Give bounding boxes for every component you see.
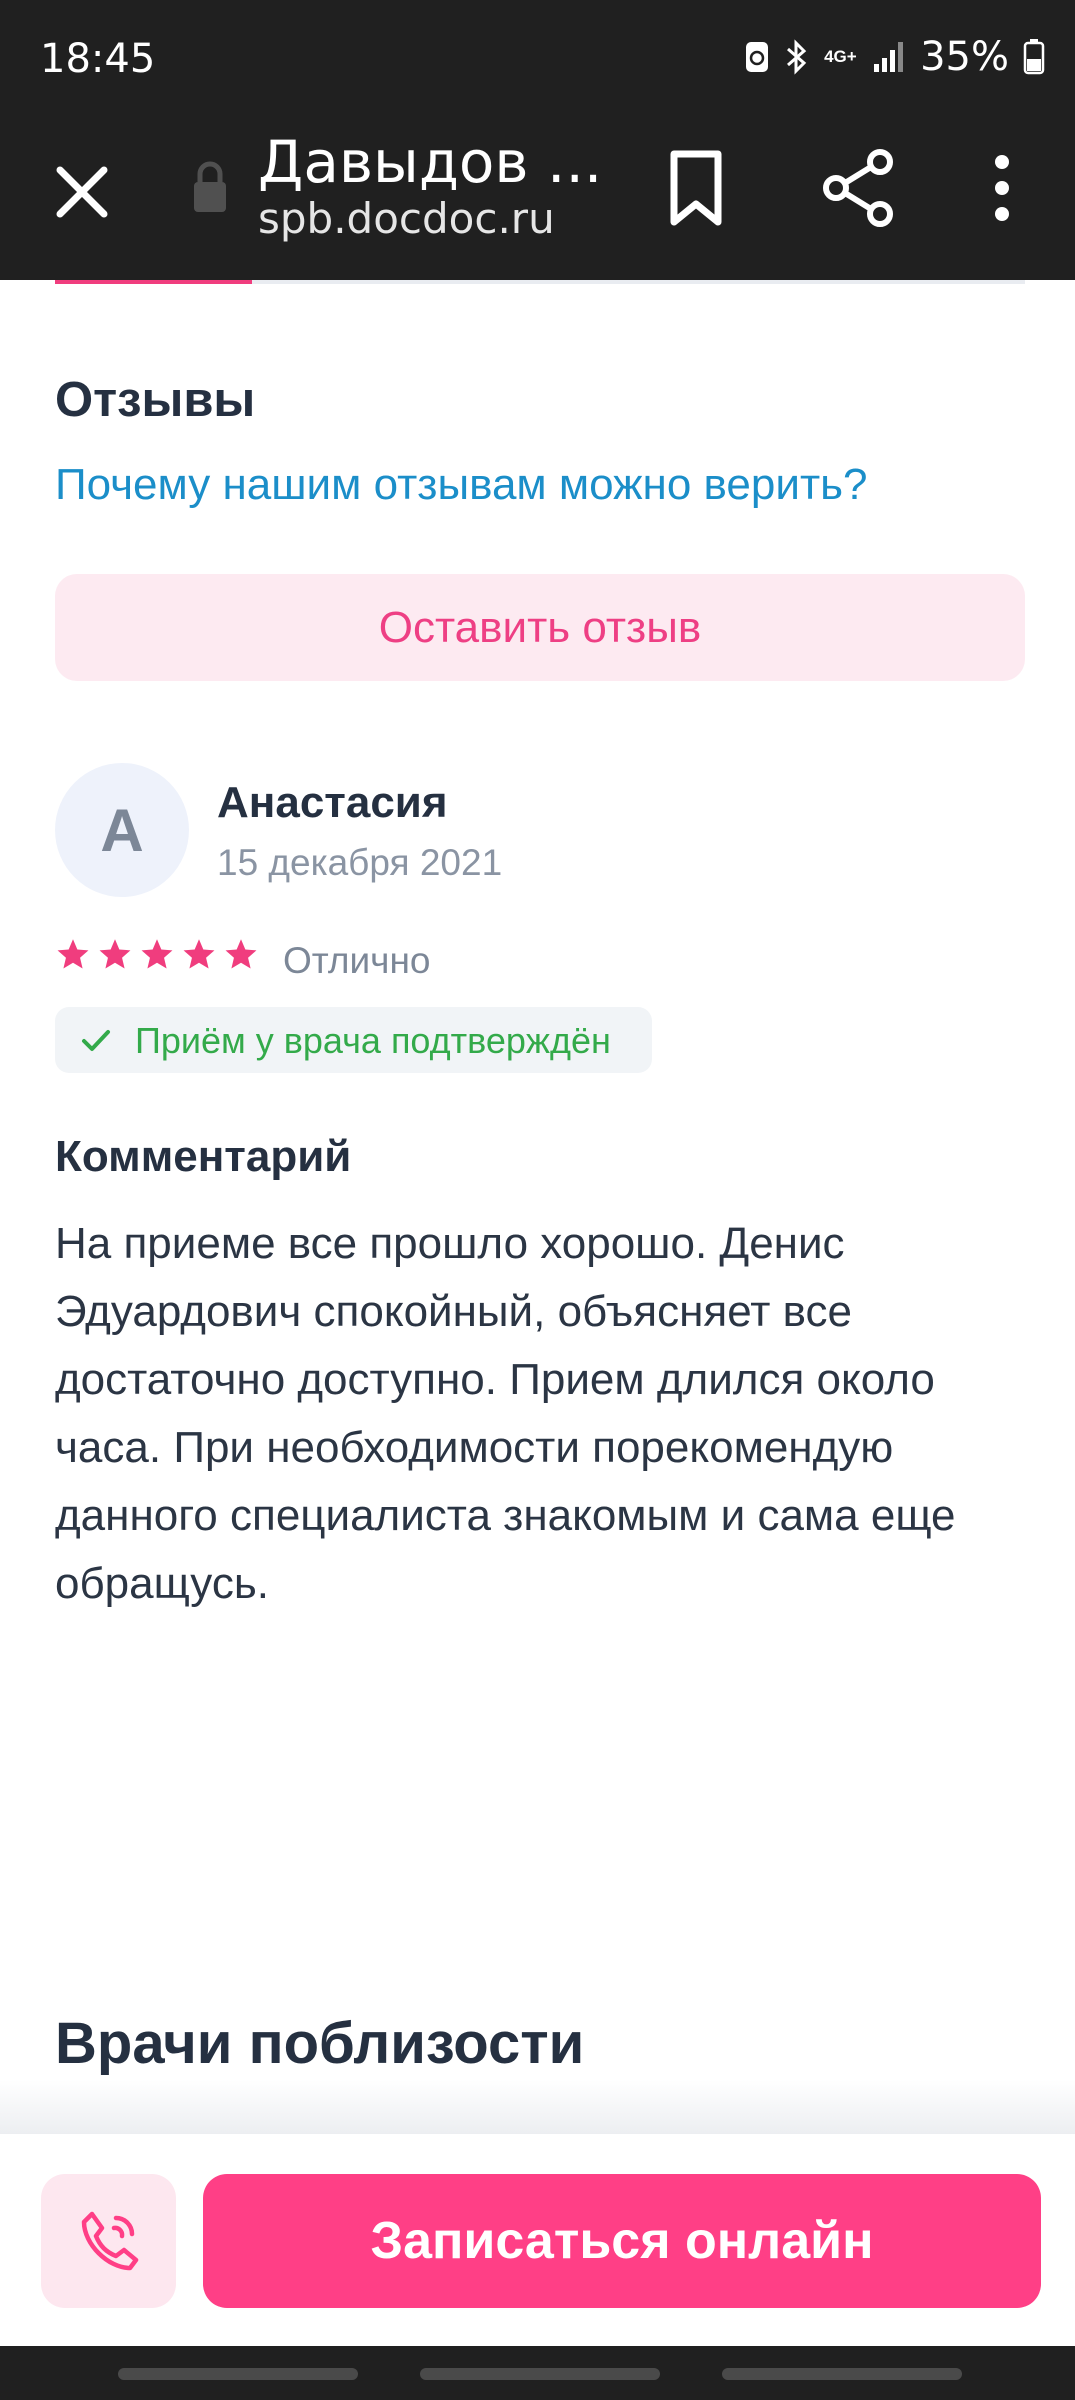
bookmark-icon[interactable] bbox=[666, 148, 726, 228]
close-icon[interactable] bbox=[40, 150, 124, 234]
star-icon bbox=[99, 939, 131, 969]
more-icon[interactable] bbox=[984, 148, 1020, 228]
verified-badge: Приём у врача подтверждён bbox=[55, 1007, 652, 1073]
section-title-reviews: Отзывы bbox=[55, 373, 256, 427]
page-url[interactable]: spb.docdoc.ru bbox=[258, 194, 555, 243]
review-date: 15 декабря 2021 bbox=[217, 842, 503, 883]
nav-back[interactable] bbox=[722, 2368, 962, 2380]
rating-label: Отлично bbox=[283, 940, 431, 981]
comment-text: На приеме все прошло хорошо. Денис Эдуар… bbox=[55, 1219, 956, 1608]
star-icon bbox=[57, 939, 89, 969]
nav-home[interactable] bbox=[420, 2368, 660, 2380]
bottom-fade bbox=[0, 2080, 1075, 2135]
system-nav-bar bbox=[0, 2346, 1075, 2400]
active-tab-indicator bbox=[55, 280, 252, 284]
battery-icon bbox=[1023, 39, 1045, 75]
bluetooth-icon bbox=[787, 39, 807, 75]
status-time: 18:45 bbox=[40, 36, 156, 82]
action-bar: Записаться онлайн bbox=[0, 2134, 1075, 2346]
star-icon bbox=[183, 939, 215, 969]
browser-toolbar: Давыдов ... spb.docdoc.ru bbox=[0, 120, 1075, 280]
phone-icon bbox=[81, 2211, 138, 2271]
check-icon bbox=[82, 1030, 110, 1051]
nav-recents[interactable] bbox=[118, 2368, 358, 2380]
avatar: А bbox=[55, 763, 189, 897]
why-trust-reviews-link[interactable]: Почему нашим отзывам можно верить? bbox=[55, 460, 868, 510]
call-button[interactable] bbox=[41, 2174, 176, 2308]
sync-icon bbox=[746, 42, 769, 72]
comment-heading: Комментарий bbox=[55, 1132, 352, 1181]
verified-label: Приём у врача подтверждён bbox=[135, 1020, 611, 1061]
battery-level: 35% bbox=[920, 34, 1009, 80]
share-icon[interactable] bbox=[820, 148, 900, 228]
status-icons: 4G+ 35% bbox=[744, 34, 1045, 80]
book-online-button[interactable]: Записаться онлайн bbox=[203, 2174, 1041, 2308]
section-title-nearby-doctors: Врачи поблизости bbox=[55, 2011, 585, 2076]
network-label: 4G+ bbox=[824, 47, 857, 66]
rating-stars bbox=[55, 937, 259, 973]
leave-review-button[interactable]: Оставить отзыв bbox=[55, 574, 1025, 681]
reviewer-name: Анастасия bbox=[217, 778, 448, 827]
page-title: Давыдов ... bbox=[258, 128, 603, 196]
signal-icon bbox=[874, 42, 904, 72]
tab-bar bbox=[55, 280, 1025, 284]
star-icon bbox=[141, 939, 173, 969]
star-icon bbox=[225, 939, 257, 969]
lock-icon bbox=[194, 161, 226, 212]
status-bar: 18:45 4G+ 35% bbox=[0, 0, 1075, 120]
